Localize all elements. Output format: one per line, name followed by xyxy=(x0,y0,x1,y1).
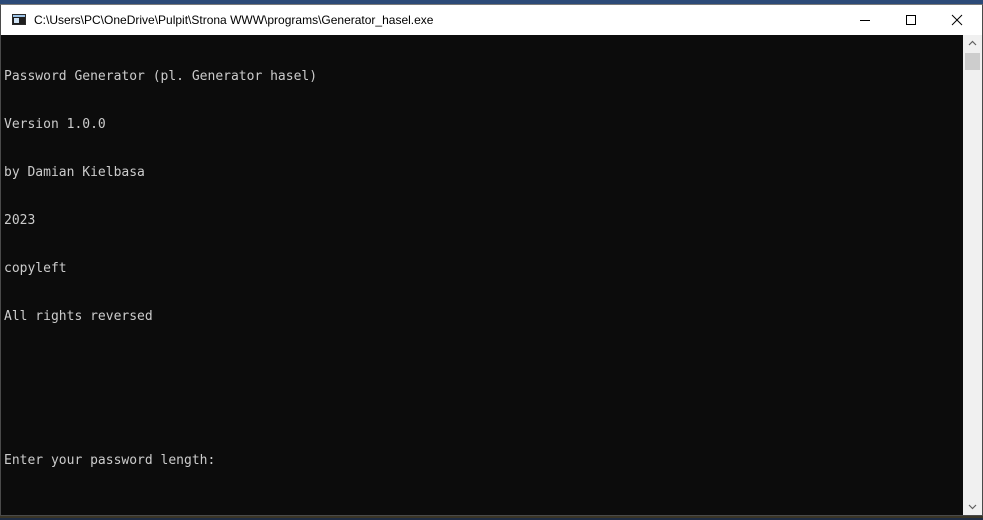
console-line-rights: All rights reversed xyxy=(4,309,153,324)
console-prompt: Enter your password length: xyxy=(4,453,216,468)
close-icon xyxy=(951,14,963,26)
window-title: C:\Users\PC\OneDrive\Pulpit\Strona WWW\p… xyxy=(34,13,434,27)
console-output-area[interactable]: Password Generator (pl. Generator hasel)… xyxy=(1,35,963,515)
maximize-button[interactable] xyxy=(888,5,934,35)
console-line-version: Version 1.0.0 xyxy=(4,117,106,132)
console-line-author: by Damian Kielbasa xyxy=(4,165,145,180)
console-line-program-name: Password Generator (pl. Generator hasel) xyxy=(4,69,318,84)
minimize-button[interactable] xyxy=(842,5,888,35)
console-text: Password Generator (pl. Generator hasel)… xyxy=(1,35,963,501)
console-window: C:\Users\PC\OneDrive\Pulpit\Strona WWW\p… xyxy=(0,4,983,516)
scroll-up-button[interactable] xyxy=(963,35,982,52)
console-line-blank xyxy=(4,405,963,421)
maximize-icon xyxy=(906,15,916,25)
scroll-thumb[interactable] xyxy=(965,53,980,70)
scroll-down-button[interactable] xyxy=(963,498,982,515)
close-button[interactable] xyxy=(934,5,980,35)
console-app-icon[interactable] xyxy=(12,14,26,25)
console-line-year: 2023 xyxy=(4,213,36,228)
scroll-up-arrow-icon xyxy=(968,40,977,46)
scroll-down-arrow-icon xyxy=(968,504,977,510)
console-line-copyleft: copyleft xyxy=(4,261,67,276)
console-line-blank xyxy=(4,357,963,373)
minimize-icon xyxy=(860,20,870,21)
title-bar[interactable]: C:\Users\PC\OneDrive\Pulpit\Strona WWW\p… xyxy=(1,5,982,35)
vertical-scrollbar[interactable] xyxy=(963,35,982,515)
